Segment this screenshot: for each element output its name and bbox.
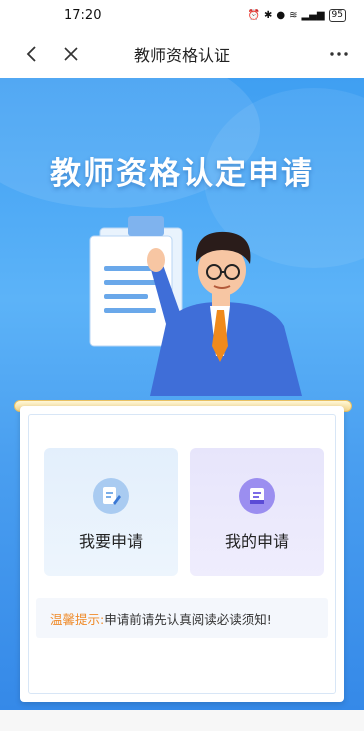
hero-title: 教师资格认定申请: [50, 156, 314, 192]
action-card: 我要申请 我的申请 温馨提示: 申请前请先认真阅读必读须知!: [20, 406, 344, 702]
apply-label: 我要申请: [78, 532, 143, 551]
tip-bar: 温馨提示: 申请前请先认真阅读必读须知!: [36, 598, 328, 638]
my-applications-label: 我的申请: [224, 532, 289, 551]
hero-banner: 教师资格认定申请 我要申请 我的申请 温馨提示: 申请前请先认真阅读必读须知!: [0, 78, 364, 710]
location-icon: ●: [276, 9, 286, 21]
close-button[interactable]: [54, 37, 88, 71]
nav-bar: 教师资格认证: [0, 30, 364, 78]
more-button[interactable]: [322, 37, 356, 71]
bluetooth-icon: ✱: [263, 9, 273, 21]
battery-icon: 95: [328, 8, 346, 22]
alarm-icon: ⏰: [247, 9, 260, 21]
teacher-illustration: [89, 216, 302, 396]
my-applications-button[interactable]: 我的申请: [190, 448, 324, 576]
inbox-list-icon: [239, 478, 275, 514]
tip-prefix: 温馨提示:: [50, 611, 105, 627]
document-edit-icon: [93, 478, 129, 514]
status-bar: 17:20 ⏰ ✱ ● ≋ ▂▄▆ 95: [0, 0, 364, 30]
chevron-left-icon: [26, 46, 36, 62]
more-icon: [330, 52, 348, 56]
close-icon: [64, 47, 78, 61]
signal-icon: ▂▄▆: [301, 9, 325, 21]
status-icons: ⏰ ✱ ● ≋ ▂▄▆ 95: [247, 8, 346, 22]
wifi-icon: ≋: [289, 9, 298, 21]
tip-text: 申请前请先认真阅读必读须知!: [104, 611, 272, 627]
apply-button[interactable]: 我要申请: [44, 448, 178, 576]
status-time: 17:20: [64, 7, 102, 23]
action-tiles: 我要申请 我的申请: [44, 448, 328, 576]
back-button[interactable]: [14, 37, 48, 71]
